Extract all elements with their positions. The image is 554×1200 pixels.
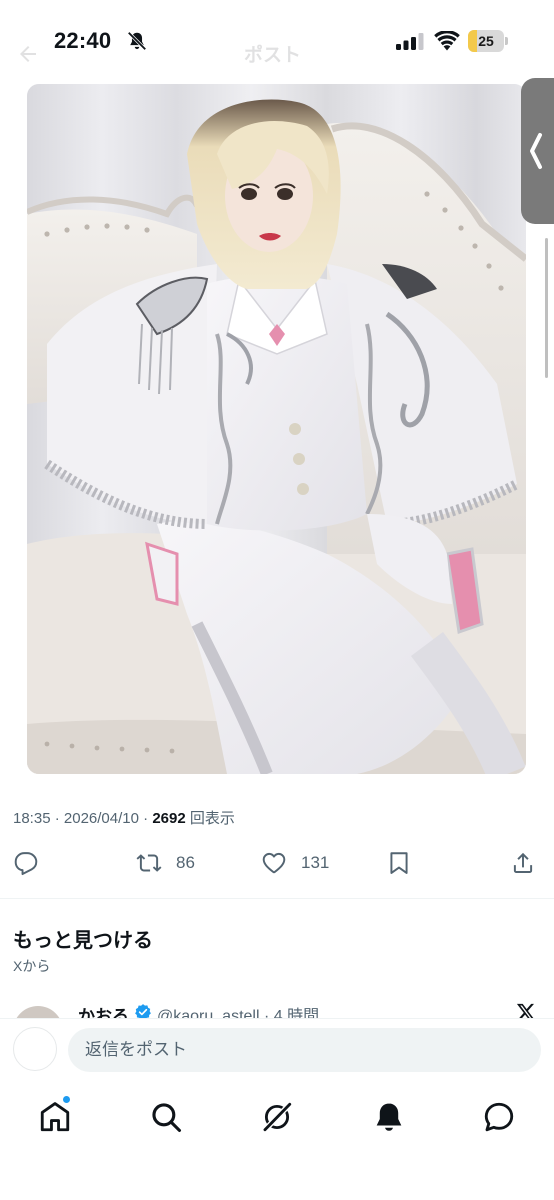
home-notification-dot <box>62 1095 71 1104</box>
author-handle[interactable]: @kaoru_astell · 4 時間 <box>157 1002 319 1018</box>
heart-icon <box>262 852 286 874</box>
tab-home[interactable] <box>38 1095 72 1134</box>
bottom-tab-bar <box>0 1084 554 1200</box>
like-button[interactable]: 131 <box>261 840 329 886</box>
post-meta: 18:35 · 2026/04/10 · 2692 回表示 <box>13 807 235 828</box>
section-subtitle: Xから <box>13 958 51 974</box>
back-arrow-icon[interactable] <box>16 42 40 66</box>
search-icon <box>152 1103 182 1133</box>
avatar[interactable] <box>13 1006 63 1018</box>
tab-search[interactable] <box>149 1100 183 1134</box>
battery-icon: 25 <box>468 30 508 52</box>
wifi-icon <box>434 31 460 51</box>
grok-icon <box>263 1102 292 1132</box>
my-avatar[interactable] <box>13 1027 57 1071</box>
view-count: 2692 <box>152 810 186 827</box>
tab-messages[interactable] <box>482 1100 516 1134</box>
battery-body: 25 <box>468 30 504 52</box>
cellular-signal-icon <box>396 33 424 50</box>
reply-icon <box>14 852 38 876</box>
header-title: ポスト <box>244 45 302 66</box>
home-icon <box>40 1102 70 1132</box>
battery-tip <box>505 37 508 45</box>
tab-grok[interactable] <box>260 1100 294 1134</box>
meta-separator: · <box>143 810 149 827</box>
scroll-indicator[interactable] <box>545 238 548 378</box>
bell-slash-icon <box>127 31 147 51</box>
post-date: 2026/04/10 <box>63 810 139 827</box>
meta-separator: · <box>54 810 60 827</box>
bookmark-button[interactable] <box>386 840 412 886</box>
verified-badge-icon <box>135 1004 151 1018</box>
repost-icon <box>136 854 162 872</box>
action-bar: 86 131 <box>0 840 554 886</box>
status-time: 22:40 <box>54 28 112 53</box>
recommended-post[interactable]: かおる @kaoru_astell · 4 時間 <box>0 996 554 1018</box>
author-name[interactable]: かおる <box>78 1002 129 1018</box>
notifications-icon <box>376 1103 402 1131</box>
post-photo[interactable] <box>27 84 526 774</box>
reply-input[interactable]: 返信をポスト <box>68 1028 541 1072</box>
repost-button[interactable]: 86 <box>136 840 195 886</box>
battery-percentage: 25 <box>478 33 494 49</box>
bookmark-icon <box>390 852 408 874</box>
share-icon <box>513 852 533 873</box>
post-time: 18:35 <box>13 810 51 827</box>
repost-count: 86 <box>176 853 195 872</box>
reply-bar: 返信をポスト <box>0 1018 554 1084</box>
x-logo-icon <box>516 1003 534 1018</box>
chevron-left-icon[interactable] <box>528 132 544 170</box>
section-title: もっと見つける <box>13 930 153 952</box>
reply-button[interactable] <box>13 840 39 886</box>
photo-image <box>27 84 526 774</box>
like-count: 131 <box>301 853 330 872</box>
messages-icon <box>484 1102 514 1132</box>
tab-notifications[interactable] <box>372 1100 406 1134</box>
share-button[interactable] <box>510 840 536 886</box>
divider <box>0 898 554 899</box>
view-count-label: 回表示 <box>189 810 235 827</box>
